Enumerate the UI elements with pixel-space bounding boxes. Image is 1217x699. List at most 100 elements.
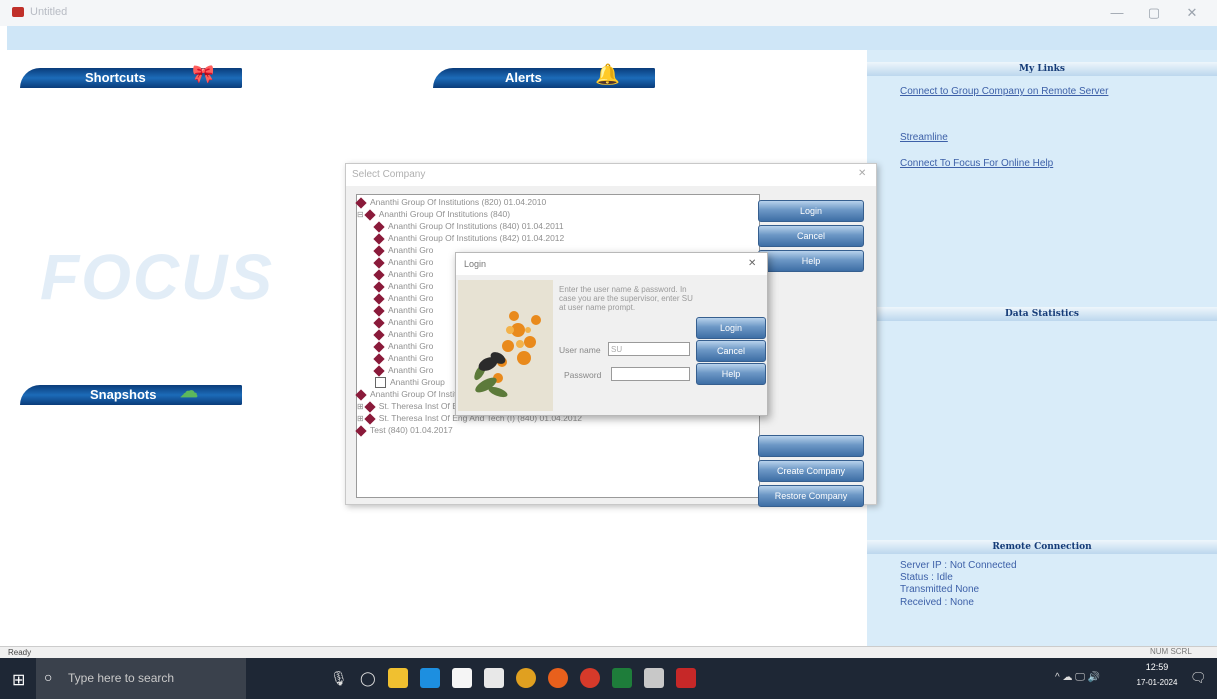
select-company-blank-button[interactable] bbox=[758, 435, 864, 457]
company-icon bbox=[364, 401, 376, 413]
focus-app-icon[interactable] bbox=[676, 668, 696, 688]
tree-item[interactable]: Ananthi Group Of Institutions (842) 01.0… bbox=[373, 233, 564, 245]
window-title: Untitled bbox=[30, 6, 68, 18]
shortcuts-banner[interactable]: Shortcuts 🎀 bbox=[20, 64, 242, 88]
transmitted-info: Transmitted None bbox=[900, 584, 980, 595]
restore-company-button[interactable]: Restore Company bbox=[758, 485, 864, 507]
company-icon bbox=[373, 293, 385, 305]
select-company-titlebar: Select Company ✕ bbox=[346, 164, 876, 186]
microphone-icon[interactable]: 🎙 bbox=[330, 670, 348, 687]
link-streamline[interactable]: Streamline bbox=[900, 132, 948, 143]
shortcuts-label: Shortcuts bbox=[85, 70, 146, 85]
search-icon: ○ bbox=[44, 669, 53, 685]
edge-icon[interactable] bbox=[420, 668, 440, 688]
login-cancel-button[interactable]: Cancel bbox=[696, 340, 766, 362]
keyboard-indicators: NUM SCRL bbox=[1150, 647, 1192, 656]
login-title: Login bbox=[464, 259, 487, 269]
username-field[interactable]: SU bbox=[608, 342, 690, 356]
login-message: Enter the user name & password. In case … bbox=[559, 285, 693, 312]
company-icon bbox=[373, 281, 385, 293]
tree-item[interactable]: Ananthi Gro bbox=[373, 317, 433, 329]
app-icon bbox=[12, 7, 24, 17]
tree-item[interactable]: Ananthi Group bbox=[375, 377, 445, 389]
minimize-button[interactable]: — bbox=[1105, 5, 1129, 20]
tree-item[interactable]: Ananthi Gro bbox=[373, 257, 433, 269]
company-icon bbox=[364, 209, 376, 221]
select-company-login-button[interactable]: Login bbox=[758, 200, 864, 222]
login-close-button[interactable]: ✕ bbox=[748, 258, 756, 269]
search-placeholder: Type here to search bbox=[68, 671, 175, 685]
link-connect-group-company[interactable]: Connect to Group Company on Remote Serve… bbox=[900, 86, 1108, 97]
create-company-button[interactable]: Create Company bbox=[758, 460, 864, 482]
login-help-button[interactable]: Help bbox=[696, 363, 766, 385]
file-explorer-icon[interactable] bbox=[388, 668, 408, 688]
username-label: User name bbox=[559, 345, 601, 355]
server-ip-info: Server IP : Not Connected bbox=[900, 560, 1017, 571]
snapshots-banner[interactable]: Snapshots ☁ bbox=[20, 381, 242, 405]
ribbon-icon: 🎀 bbox=[192, 64, 215, 84]
company-icon bbox=[373, 329, 385, 341]
password-field[interactable] bbox=[611, 367, 690, 381]
firefox-icon[interactable] bbox=[548, 668, 568, 688]
tree-item[interactable]: Ananthi Gro bbox=[373, 293, 433, 305]
tree-item[interactable]: Ananthi Gro bbox=[373, 281, 433, 293]
task-view-icon[interactable]: ◯ bbox=[360, 670, 376, 687]
excel-icon[interactable] bbox=[612, 668, 632, 688]
windows-start-icon[interactable]: ⊞ bbox=[12, 670, 25, 690]
data-statistics-header: Data Statistics bbox=[867, 307, 1217, 321]
tree-item[interactable]: ⊟ Ananthi Group Of Institutions (840) bbox=[357, 209, 510, 221]
remote-connection-header: Remote Connection bbox=[867, 540, 1217, 554]
tree-item[interactable]: Ananthi Group Of Institutions (840) 01.0… bbox=[373, 221, 564, 233]
tree-item[interactable]: Ananthi Gro bbox=[373, 245, 433, 257]
select-company-close-button[interactable]: ✕ bbox=[858, 168, 866, 179]
company-icon bbox=[355, 197, 367, 209]
company-icon bbox=[373, 353, 385, 365]
close-button[interactable]: ✕ bbox=[1180, 5, 1204, 21]
flower-butterfly-image bbox=[458, 280, 553, 411]
notification-icon[interactable]: 🗨 bbox=[1190, 670, 1207, 686]
company-icon bbox=[355, 425, 367, 437]
login-titlebar: Login ✕ bbox=[456, 253, 767, 275]
tree-item[interactable]: Ananthi Gro bbox=[373, 269, 433, 281]
alerts-banner[interactable]: Alerts 🔔 bbox=[433, 64, 655, 88]
select-company-help-button[interactable]: Help bbox=[758, 250, 864, 272]
link-online-help[interactable]: Connect To Focus For Online Help bbox=[900, 158, 1053, 169]
snapshots-label: Snapshots bbox=[90, 387, 157, 402]
alerts-label: Alerts bbox=[505, 70, 542, 85]
clock-time[interactable]: 12:59 bbox=[1132, 662, 1182, 672]
company-icon bbox=[373, 365, 385, 377]
status-info: Status : Idle bbox=[900, 572, 953, 583]
tray-icons[interactable]: ^ ☁ 🖵 🔊 bbox=[1055, 672, 1100, 683]
login-dialog: Login ✕ Enter the user name & password. … bbox=[455, 252, 768, 416]
company-icon bbox=[355, 389, 367, 401]
tree-item[interactable]: Ananthi Gro bbox=[373, 353, 433, 365]
title-bar: Untitled — ▢ ✕ bbox=[0, 0, 1217, 26]
tree-item[interactable]: Ananthi Gro bbox=[373, 305, 433, 317]
tree-item[interactable]: Test (840) 01.04.2017 bbox=[355, 425, 453, 437]
cloud-icon: ☁ bbox=[180, 381, 198, 401]
store-icon[interactable] bbox=[452, 668, 472, 688]
app-icon-generic[interactable] bbox=[644, 668, 664, 688]
tree-item[interactable]: Ananthi Gro bbox=[373, 341, 433, 353]
folder-icon bbox=[375, 377, 386, 389]
clock-date[interactable]: 17-01-2024 bbox=[1128, 678, 1186, 687]
password-label: Password bbox=[564, 370, 602, 380]
tree-item[interactable]: Ananthi Gro bbox=[373, 365, 433, 377]
company-icon bbox=[373, 305, 385, 317]
mail-icon[interactable] bbox=[484, 668, 504, 688]
chrome-profile-icon[interactable] bbox=[580, 668, 600, 688]
tree-item[interactable]: Ananthi Gro bbox=[373, 329, 433, 341]
login-button[interactable]: Login bbox=[696, 317, 766, 339]
company-icon bbox=[373, 341, 385, 353]
company-icon bbox=[373, 317, 385, 329]
taskbar-search[interactable]: ○ Type here to search bbox=[36, 658, 246, 699]
chrome-icon[interactable] bbox=[516, 668, 536, 688]
select-company-cancel-button[interactable]: Cancel bbox=[758, 225, 864, 247]
my-links-header: My Links bbox=[867, 62, 1217, 76]
company-icon bbox=[373, 233, 385, 245]
tree-item[interactable]: Ananthi Group Of Institutions (820) 01.0… bbox=[355, 197, 546, 209]
maximize-button[interactable]: ▢ bbox=[1142, 5, 1166, 21]
company-icon bbox=[373, 257, 385, 269]
select-company-title: Select Company bbox=[352, 169, 426, 180]
company-icon bbox=[373, 269, 385, 281]
